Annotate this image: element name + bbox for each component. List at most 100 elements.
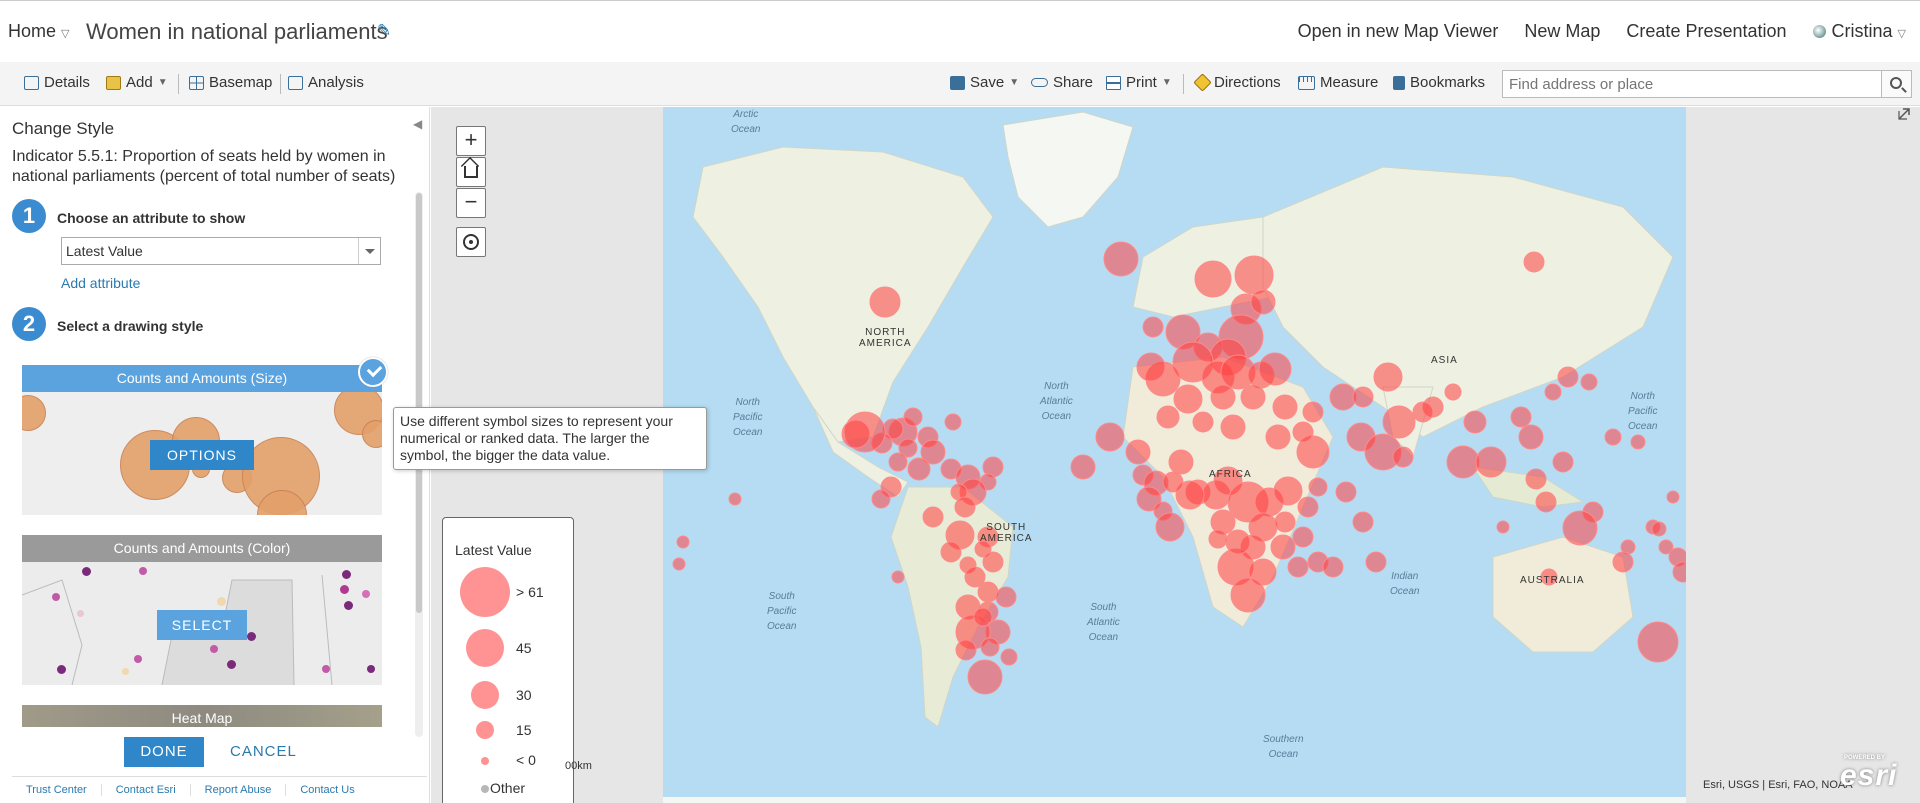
map-symbol[interactable]: [676, 535, 690, 549]
map-symbol[interactable]: [1525, 468, 1547, 490]
map-symbol[interactable]: [967, 659, 1003, 695]
trust-center-link[interactable]: Trust Center: [12, 784, 102, 796]
collapse-panel-icon[interactable]: ◀: [413, 117, 422, 131]
map-symbol[interactable]: [1580, 373, 1598, 391]
map-symbol[interactable]: [1297, 496, 1319, 518]
map-symbol[interactable]: [1302, 401, 1324, 423]
map-canvas[interactable]: [663, 107, 1686, 803]
map-symbol[interactable]: [1250, 289, 1276, 315]
map-symbol[interactable]: [1651, 521, 1667, 537]
map-symbol[interactable]: [841, 419, 871, 449]
map-symbol[interactable]: [944, 413, 962, 431]
map-symbol[interactable]: [1523, 251, 1545, 273]
map-symbol[interactable]: [1630, 434, 1646, 450]
map-symbol[interactable]: [907, 457, 931, 481]
measure-button[interactable]: Measure: [1298, 74, 1378, 91]
style-card-color[interactable]: Counts and Amounts (Color) SELECT: [22, 535, 382, 685]
add-button[interactable]: Add ▼: [106, 74, 168, 91]
map-symbol[interactable]: [1475, 446, 1507, 478]
map-symbol[interactable]: [1155, 512, 1185, 542]
user-menu[interactable]: Cristina ▽: [1812, 21, 1906, 42]
map-symbol[interactable]: [1095, 422, 1125, 452]
basemap-button[interactable]: Basemap: [189, 74, 272, 91]
map-symbol[interactable]: [1335, 481, 1357, 503]
map-symbol[interactable]: [891, 570, 905, 584]
map-symbol[interactable]: [1535, 491, 1557, 513]
search-input[interactable]: [1502, 70, 1882, 98]
map-symbol[interactable]: [1446, 445, 1480, 479]
map-symbol[interactable]: [1070, 454, 1096, 480]
map-symbol[interactable]: [1192, 411, 1214, 433]
home-menu[interactable]: Home ▽: [8, 21, 69, 42]
map-symbol[interactable]: [1518, 424, 1544, 450]
map-symbol[interactable]: [982, 551, 1004, 573]
map-symbol[interactable]: [1173, 384, 1203, 414]
done-button[interactable]: DONE: [124, 737, 204, 767]
map-symbol[interactable]: [922, 506, 944, 528]
add-attribute-link[interactable]: Add attribute: [61, 275, 140, 291]
map-symbol[interactable]: [1557, 366, 1579, 388]
map-symbol[interactable]: [1463, 410, 1487, 434]
map-symbol[interactable]: [1220, 414, 1246, 440]
map-symbol[interactable]: [1272, 394, 1298, 420]
map-symbol[interactable]: [1510, 406, 1532, 428]
map-symbol[interactable]: [1136, 352, 1166, 382]
zoom-out-button[interactable]: −: [456, 188, 486, 218]
contact-us-link[interactable]: Contact Us: [286, 784, 368, 796]
map-symbol[interactable]: [1287, 556, 1309, 578]
map-symbol[interactable]: [1562, 510, 1598, 546]
map-symbol[interactable]: [954, 496, 976, 518]
map-symbol[interactable]: [1194, 260, 1232, 298]
analysis-button[interactable]: Analysis: [288, 74, 364, 91]
map-symbol[interactable]: [1210, 384, 1236, 410]
map-symbol[interactable]: [1604, 428, 1622, 446]
world-map[interactable]: Arctic Ocean North Pacific Ocean North Pacif…: [663, 107, 1686, 803]
new-map-link[interactable]: New Map: [1524, 21, 1600, 42]
map-symbol[interactable]: [1273, 476, 1303, 506]
map-symbol[interactable]: [995, 586, 1017, 608]
map-symbol[interactable]: [1265, 424, 1291, 450]
map-symbol[interactable]: [1230, 577, 1266, 613]
map-symbol[interactable]: [955, 639, 977, 661]
map-symbol[interactable]: [1637, 621, 1679, 663]
map-symbol[interactable]: [1373, 362, 1403, 392]
search-button[interactable]: [1882, 70, 1912, 98]
esri-logo[interactable]: POWERED BY esri: [1840, 755, 1897, 793]
select-button[interactable]: SELECT: [157, 610, 247, 640]
locate-button[interactable]: [456, 227, 486, 257]
cancel-button[interactable]: CANCEL: [230, 737, 297, 767]
map-symbol[interactable]: [1352, 511, 1374, 533]
map-symbol[interactable]: [1156, 405, 1180, 429]
map-symbol[interactable]: [940, 541, 962, 563]
expand-icon[interactable]: [1897, 107, 1911, 121]
panel-scrollbar-thumb[interactable]: [416, 193, 422, 613]
map-symbol[interactable]: [964, 566, 986, 588]
map-symbol[interactable]: [1162, 471, 1184, 493]
map-symbol[interactable]: [1544, 383, 1562, 401]
save-button[interactable]: Save ▼: [950, 74, 1019, 91]
map-symbol[interactable]: [1208, 529, 1228, 549]
map-symbol[interactable]: [1000, 648, 1018, 666]
map-symbol[interactable]: [869, 286, 901, 318]
map-symbol[interactable]: [1329, 383, 1357, 411]
map-symbol[interactable]: [1392, 446, 1414, 468]
map-symbol[interactable]: [1666, 490, 1680, 504]
style-card-size[interactable]: Counts and Amounts (Size) OPTIONS: [22, 365, 382, 515]
map-symbol[interactable]: [1292, 526, 1314, 548]
map-symbol[interactable]: [973, 607, 993, 627]
map-symbol[interactable]: [980, 637, 1000, 657]
map-symbol[interactable]: [1308, 477, 1328, 497]
map-symbol[interactable]: [1274, 511, 1296, 533]
zoom-in-button[interactable]: +: [456, 126, 486, 156]
contact-esri-link[interactable]: Contact Esri: [102, 784, 191, 796]
style-card-heat-map[interactable]: Heat Map: [22, 705, 382, 727]
bookmarks-button[interactable]: Bookmarks: [1393, 74, 1485, 91]
map-symbol[interactable]: [672, 557, 686, 571]
report-abuse-link[interactable]: Report Abuse: [191, 784, 287, 796]
pencil-icon[interactable]: ✎: [377, 21, 391, 41]
map-symbol[interactable]: [1444, 383, 1462, 401]
map-symbol[interactable]: [1552, 451, 1574, 473]
map-symbol[interactable]: [728, 492, 742, 506]
map-symbol[interactable]: [903, 407, 923, 427]
map-symbol[interactable]: [1412, 401, 1434, 423]
